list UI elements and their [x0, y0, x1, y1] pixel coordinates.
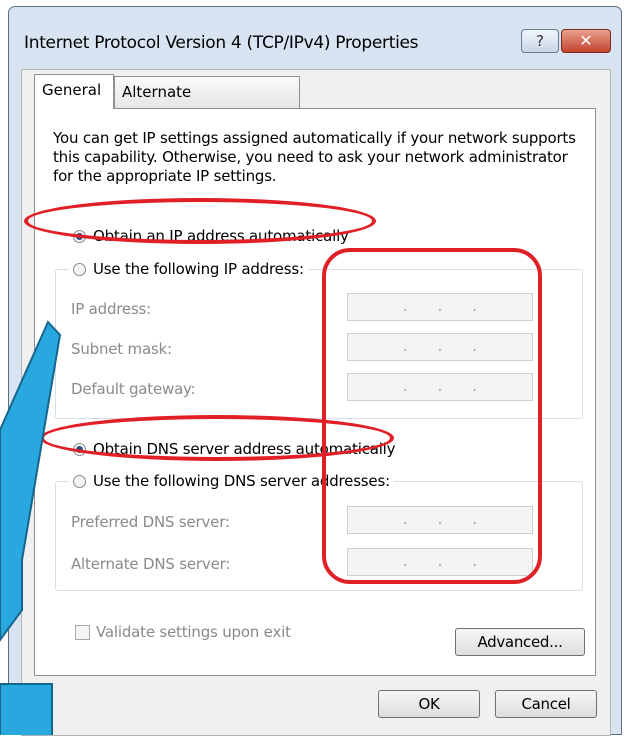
blue-callout-shape	[0, 320, 62, 735]
tab-general[interactable]: General	[34, 74, 114, 109]
